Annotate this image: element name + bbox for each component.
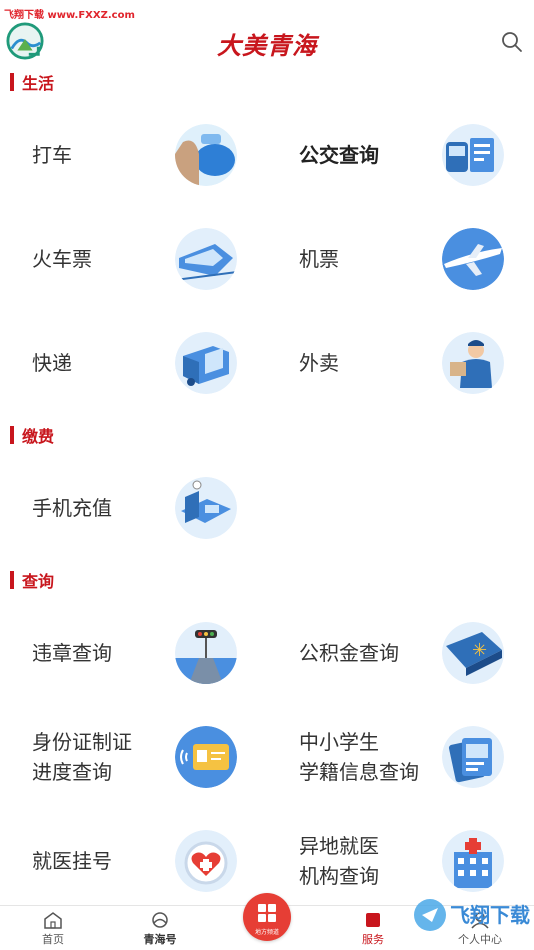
section-title: 缴费 [22, 427, 55, 446]
section-life: 生活 [10, 71, 54, 93]
nav-home[interactable]: 首页 [13, 906, 93, 950]
tile-phone-recharge[interactable]: 手机充值 [0, 456, 267, 560]
section-title: 生活 [22, 74, 55, 93]
train-icon [175, 228, 237, 290]
tile-label-line1: 异地就医 [299, 834, 379, 858]
tile-student-status[interactable]: 中小学生 学籍信息查询 [267, 705, 534, 809]
delivery-person-icon [442, 332, 504, 394]
tile-bus-query[interactable]: 公交查询 [267, 103, 534, 207]
section-title: 查询 [22, 572, 55, 591]
hospital-building-icon [442, 830, 504, 892]
nav-qinghai[interactable]: 青海号 [120, 906, 200, 950]
tile-label: 异地就医 机构查询 [299, 831, 379, 891]
tile-label-line1: 中小学生 [299, 730, 379, 754]
tile-label: 就医挂号 [32, 849, 112, 873]
medical-heart-icon [175, 830, 237, 892]
tile-idcard-progress[interactable]: 身份证制证 进度查询 [0, 705, 267, 809]
nav-center-label: 地方频道 [254, 929, 279, 936]
tile-label: 公交查询 [299, 143, 379, 167]
header: 大美青海 [0, 18, 534, 68]
tile-label: 违章查询 [32, 641, 112, 665]
section-bar [10, 571, 14, 589]
tile-label: 外卖 [299, 351, 339, 375]
tile-violation-query[interactable]: 违章查询 [0, 601, 267, 705]
tile-label-line1: 身份证制证 [32, 730, 132, 754]
section-bar [10, 426, 14, 444]
tile-hospital-registration[interactable]: 就医挂号 [0, 809, 267, 913]
tile-label: 打车 [32, 143, 72, 167]
home-icon [44, 912, 62, 929]
student-record-icon [442, 726, 504, 788]
traffic-light-icon [175, 622, 237, 684]
tile-label-line2: 学籍信息查询 [299, 760, 419, 784]
nav-label: 青海号 [143, 933, 177, 946]
brand-title: 大美青海 [217, 31, 317, 60]
tile-label: 中小学生 学籍信息查询 [299, 727, 419, 787]
tile-train-ticket[interactable]: 火车票 [0, 207, 267, 311]
section-bar [10, 73, 14, 91]
id-card-icon [175, 726, 237, 788]
delivery-truck-icon [175, 332, 237, 394]
tile-takeout[interactable]: 外卖 [267, 311, 534, 415]
phone-recharge-icon [175, 477, 237, 539]
fund-card-icon: ✳ [442, 622, 504, 684]
nav-service[interactable]: 服务 [333, 906, 413, 950]
tile-housing-fund[interactable]: 公积金查询 ✳ [267, 601, 534, 705]
section-query: 查询 [10, 569, 54, 591]
bus-icon [442, 124, 504, 186]
nav-label: 首页 [42, 933, 64, 946]
tile-taxi[interactable]: 打车 [0, 103, 267, 207]
search-icon[interactable] [500, 30, 524, 54]
tile-express[interactable]: 快递 [0, 311, 267, 415]
tile-label: 机票 [299, 247, 339, 271]
tile-label: 快递 [32, 351, 72, 375]
watermark-text: 飞翔下载 [450, 903, 530, 927]
watermark-logo-icon: 飞翔下载 [414, 899, 530, 931]
tile-label: 手机充值 [32, 496, 112, 520]
tile-flight-ticket[interactable]: 机票 [267, 207, 534, 311]
section-payment: 缴费 [10, 424, 54, 446]
tile-label: 身份证制证 进度查询 [32, 727, 132, 787]
tile-label-line2: 机构查询 [299, 864, 379, 888]
tile-label-line2: 进度查询 [32, 760, 112, 784]
nav-label: 服务 [362, 933, 384, 946]
tile-label: 公积金查询 [299, 641, 399, 665]
taxi-icon [175, 124, 237, 186]
nav-local-channel[interactable]: 地方频道 [243, 893, 291, 941]
qinghai-icon [152, 912, 168, 928]
tile-label: 火车票 [32, 247, 92, 271]
airplane-icon [442, 228, 504, 290]
watermark-bottom: 飞翔下载 [410, 890, 534, 940]
svg-text:✳: ✳ [472, 640, 487, 661]
service-icon [366, 913, 380, 927]
